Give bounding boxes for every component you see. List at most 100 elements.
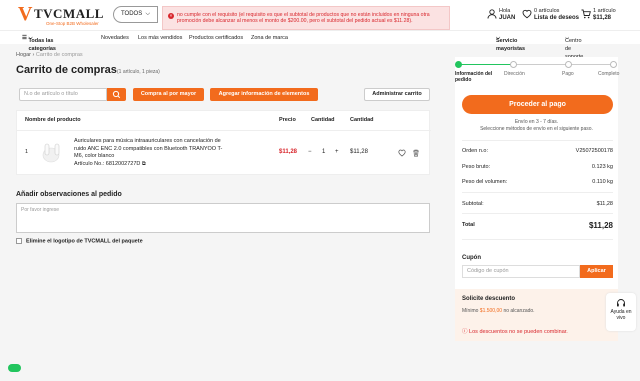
user-icon[interactable] bbox=[487, 9, 497, 19]
divider bbox=[462, 239, 613, 240]
wishlist-label: Lista de deseos bbox=[534, 15, 580, 21]
remove-logo-option[interactable]: Elimine el logotipo de TVCMALL del paque… bbox=[16, 238, 143, 244]
volume-weight-label: Peso del volumen: bbox=[462, 179, 508, 185]
apply-coupon-button[interactable]: Aplicar bbox=[580, 265, 613, 278]
discount-label: Solicite descuento bbox=[462, 296, 516, 302]
headset-icon bbox=[617, 299, 625, 307]
search-icon bbox=[112, 90, 121, 99]
nav-item-new[interactable]: Novedades bbox=[101, 34, 129, 42]
order-number-label: Orden n.o: bbox=[462, 148, 488, 154]
info-icon: ⓘ bbox=[462, 329, 468, 335]
row-price: $11,28 bbox=[279, 149, 298, 155]
account-link[interactable]: Hola JUAN bbox=[499, 8, 515, 22]
total-label: Total bbox=[462, 222, 475, 228]
product-info: Auriculares para música intraauriculares… bbox=[74, 138, 224, 168]
volume-weight-row: Peso del volumen: 0.110 kg bbox=[462, 179, 613, 185]
step-dot-info bbox=[455, 61, 462, 68]
remove-logo-checkbox[interactable] bbox=[16, 238, 22, 244]
header: V TVCMALL One-Stop B2B Wholesaler TODOS … bbox=[0, 0, 640, 30]
total-value: $11,28 bbox=[588, 221, 613, 230]
subtotal-value: $11,28 bbox=[596, 201, 613, 207]
row-index: 1 bbox=[25, 149, 29, 155]
support-center-menu[interactable]: Centro de soporte ⌵ bbox=[565, 34, 583, 60]
discount-note: ⓘ Los descuentos no se pueden combinar. bbox=[462, 327, 568, 335]
volume-weight-value: 0.110 kg bbox=[592, 179, 613, 185]
trash-icon[interactable] bbox=[412, 149, 420, 157]
breadcrumb-home[interactable]: Hogar bbox=[16, 52, 31, 58]
observations-textarea[interactable]: Por favor ingrese bbox=[16, 203, 430, 233]
step-info-label: Información del pedido bbox=[455, 71, 493, 83]
product-image[interactable] bbox=[41, 140, 65, 166]
header-subtotal: Cantidad bbox=[350, 117, 374, 123]
proceed-to-payment-button[interactable]: Proceder al pago bbox=[462, 95, 613, 114]
header-price: Precio bbox=[279, 117, 296, 123]
add-items-info-button[interactable]: Agregar información de elementos bbox=[210, 88, 318, 101]
stepper-progress bbox=[461, 64, 513, 65]
favorite-icon[interactable] bbox=[398, 149, 406, 157]
alert-text: no cumple con el requisito (el requisito… bbox=[177, 12, 430, 25]
heart-icon[interactable] bbox=[522, 9, 532, 19]
cart-count: 1 artículo bbox=[593, 8, 616, 14]
cart-total: $11,28 bbox=[593, 15, 612, 21]
discount-section: Solicite descuento Mínimo $1.500,00 no a… bbox=[455, 289, 618, 341]
error-alert: × no cumple con el requisito (el requisi… bbox=[162, 6, 450, 30]
breadcrumb: Hogar › Carrito de compras bbox=[16, 52, 83, 58]
shipping-time: Envío en 3 - 7 días. bbox=[514, 119, 559, 125]
subtotal-label: Subtotal: bbox=[462, 201, 484, 207]
discount-min-amount: $1.500,00 bbox=[479, 308, 503, 314]
product-article-number: Artículo No.: 6812002727D bbox=[74, 160, 141, 167]
nav-item-certified[interactable]: Productos certificados bbox=[189, 34, 243, 42]
quantity-increase-button[interactable]: + bbox=[335, 147, 339, 157]
subtotal-row: Subtotal: $11,28 bbox=[462, 201, 613, 207]
product-name[interactable]: Auriculares para música intraauriculares… bbox=[74, 138, 222, 159]
step-dot-payment bbox=[565, 61, 572, 68]
main-nav: ☰ Todas las categorías ⌵ Novedades Los m… bbox=[0, 30, 640, 60]
logo[interactable]: V TVCMALL One-Stop B2B Wholesaler bbox=[18, 3, 113, 27]
order-number-row: Orden n.o: V25072500178 bbox=[462, 148, 613, 154]
logo-text: TVCMALL bbox=[34, 6, 104, 21]
gross-weight-label: Peso bruto: bbox=[462, 164, 491, 170]
wholesale-service-menu[interactable]: Servicio mayoristas ⌵ bbox=[496, 34, 525, 52]
search-category-select[interactable]: TODOS ⌵ bbox=[113, 6, 158, 23]
shipping-note: Envío en 3 - 7 días. Seleccione métodos … bbox=[455, 119, 618, 133]
wishlist-link[interactable]: 0 artículos Lista de deseos bbox=[534, 8, 579, 22]
cart-table: Nombre del producto Precio Cantidad Cant… bbox=[16, 110, 431, 175]
step-address-label: Dirección bbox=[504, 71, 525, 77]
greeting: Hola bbox=[499, 8, 511, 14]
header-quantity: Cantidad bbox=[311, 117, 335, 123]
manage-cart-button[interactable]: Administrar carrito bbox=[364, 88, 430, 101]
bulk-buy-button[interactable]: Compra al por mayor bbox=[133, 88, 204, 101]
nav-item-brand-zone[interactable]: Zona de marca bbox=[251, 34, 288, 42]
shipping-method-hint: Seleccione métodos de envío en el siguie… bbox=[480, 126, 593, 132]
nav-item-bestsellers[interactable]: Los más vendidos bbox=[138, 34, 182, 42]
order-summary: Información del pedido Dirección Pago Co… bbox=[455, 57, 620, 341]
article-search-input[interactable]: N.o de artículo o título bbox=[19, 88, 107, 101]
copy-icon[interactable]: ⧉ bbox=[142, 161, 146, 167]
live-help-button[interactable]: Ayuda en vivo bbox=[606, 293, 636, 331]
wishlist-count: 0 artículos bbox=[534, 8, 560, 14]
coupon-input[interactable]: Código de cupón bbox=[462, 265, 580, 278]
divider bbox=[17, 130, 431, 131]
divider bbox=[462, 192, 613, 193]
cart-icon[interactable] bbox=[581, 9, 591, 19]
error-icon: × bbox=[168, 13, 174, 19]
article-search-button[interactable] bbox=[107, 88, 126, 101]
row-subtotal: $11,28 bbox=[350, 149, 368, 155]
observations-title: Añadir observaciones al pedido bbox=[16, 191, 122, 198]
discount-minimum: Mínimo $1.500,00 no alcanzado. bbox=[462, 308, 535, 314]
divider bbox=[462, 213, 613, 214]
all-categories-menu[interactable]: ☰ Todas las categorías ⌵ bbox=[22, 34, 56, 52]
quantity-value[interactable]: 1 bbox=[322, 147, 325, 157]
chat-widget-button[interactable] bbox=[8, 364, 21, 372]
cart-link[interactable]: 1 artículo $11,28 bbox=[593, 8, 616, 22]
discount-min-suffix: no alcanzado. bbox=[503, 308, 535, 314]
step-complete-label: Completo bbox=[598, 71, 620, 77]
remove-logo-label: Elimine el logotipo de TVCMALL del paque… bbox=[26, 238, 143, 245]
quantity-decrease-button[interactable]: − bbox=[308, 147, 312, 157]
cart-item-count: (1 artículo, 1 pieza) bbox=[117, 69, 160, 75]
divider bbox=[462, 140, 613, 141]
breadcrumb-current: Carrito de compras bbox=[35, 52, 83, 58]
all-categories-label: Todas las categorías bbox=[28, 38, 56, 52]
step-payment-label: Pago bbox=[562, 71, 574, 77]
coupon-label: Cupón bbox=[462, 255, 481, 261]
